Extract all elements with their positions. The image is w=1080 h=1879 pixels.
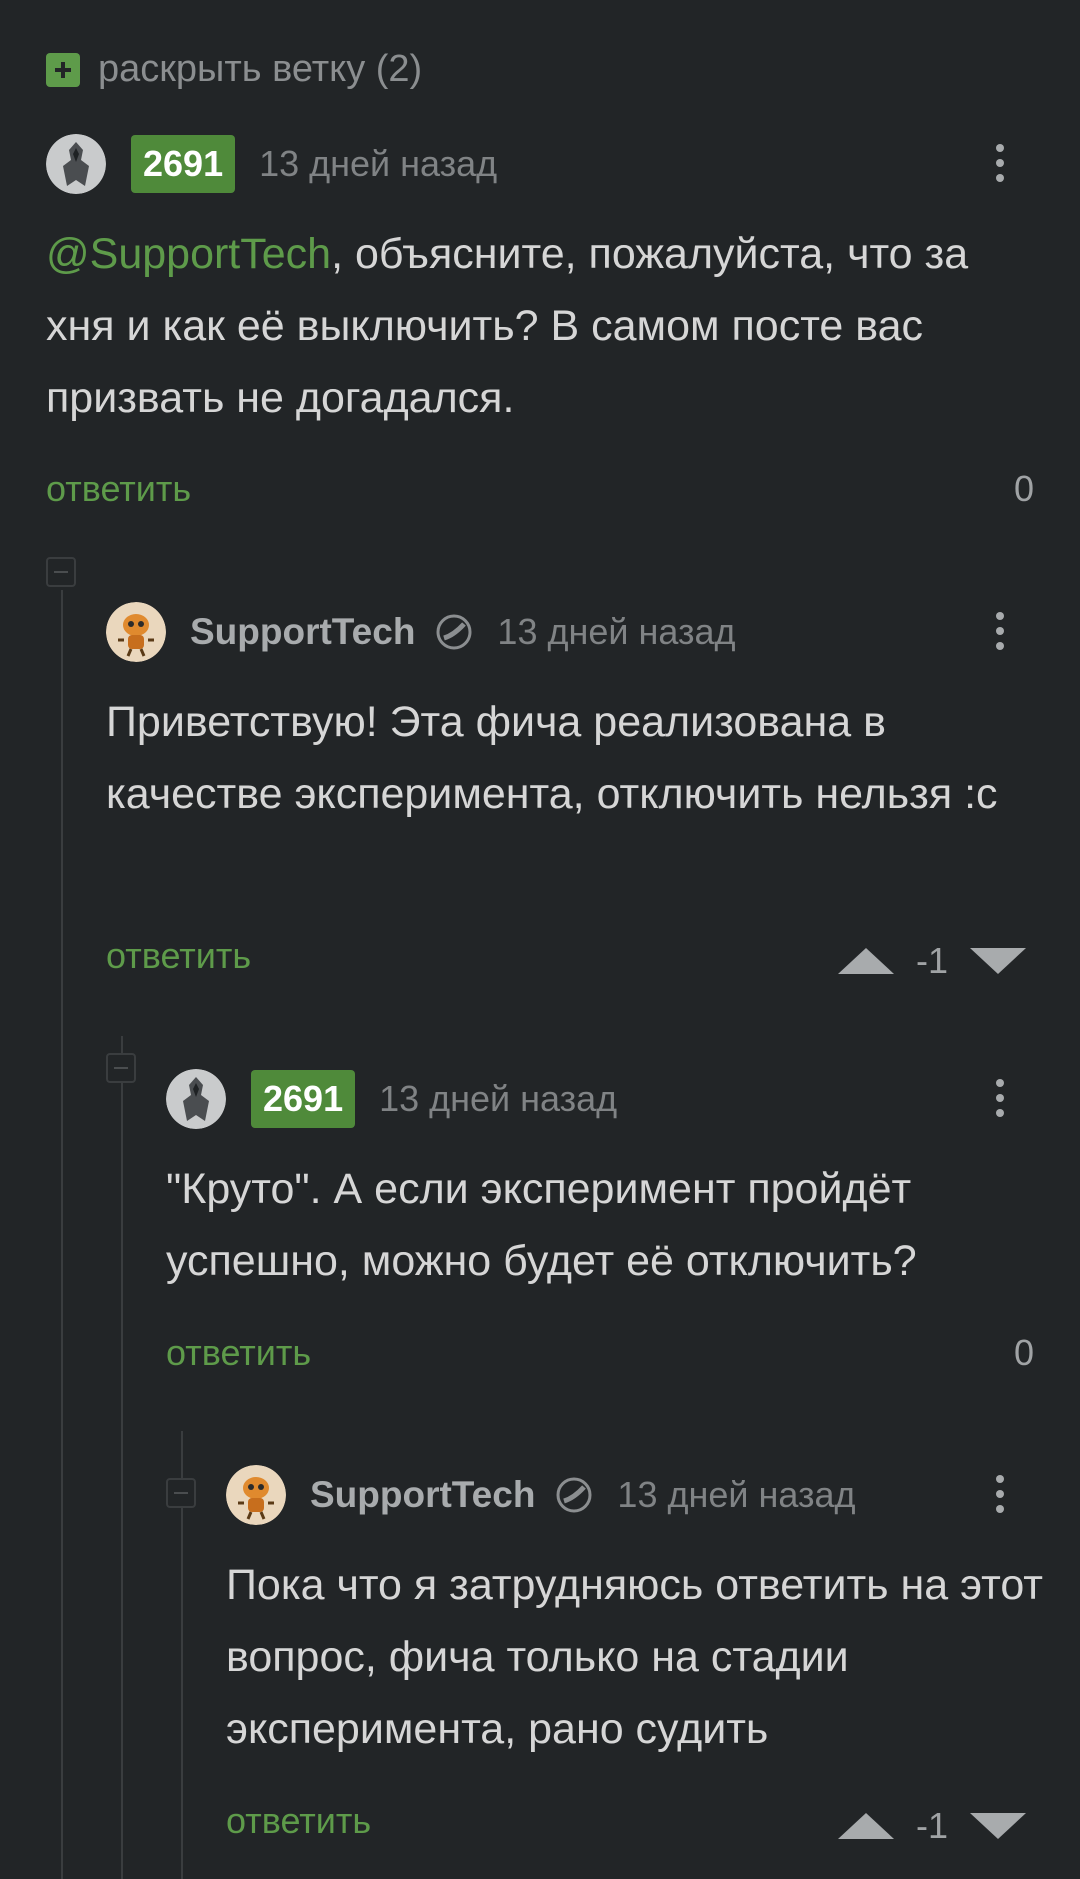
- author-name[interactable]: SupportTech: [190, 611, 415, 653]
- comment-header: SupportTech 13 дней назад: [106, 602, 736, 662]
- more-vertical-icon[interactable]: [990, 140, 1010, 190]
- thread-line-level-1: [61, 590, 63, 1879]
- comment-text: @SupportTech, объясните, пожалуйста, что…: [46, 230, 969, 422]
- comment-header: 2691 13 дней назад: [166, 1069, 617, 1129]
- vote-controls: -1: [838, 1805, 1027, 1847]
- reply-button[interactable]: ответить: [46, 468, 191, 510]
- rating-badge: 2691: [131, 135, 236, 193]
- expand-branch-button[interactable]: раскрыть ветку (2): [46, 48, 422, 91]
- comment-time: 13 дней назад: [497, 611, 736, 652]
- collapse-branch-icon[interactable]: [106, 1053, 136, 1083]
- avatar[interactable]: [166, 1069, 226, 1129]
- comment-score: -1: [916, 1805, 949, 1846]
- official-badge-icon: [556, 1477, 592, 1513]
- official-badge-icon: [436, 614, 472, 650]
- avatar[interactable]: [46, 134, 106, 194]
- comment-score: 0: [1014, 1332, 1035, 1373]
- expand-branch-label: раскрыть ветку (2): [98, 48, 423, 90]
- reply-button[interactable]: ответить: [226, 1800, 371, 1842]
- plus-square-icon: [46, 52, 80, 87]
- avatar[interactable]: [226, 1465, 286, 1525]
- comment-header: SupportTech 13 дней назад: [226, 1465, 856, 1525]
- more-vertical-icon[interactable]: [990, 608, 1010, 658]
- comment-text: Приветствую! Эта фича реализована в каче…: [106, 698, 998, 818]
- more-vertical-icon[interactable]: [990, 1075, 1010, 1125]
- comment-time: 13 дней назад: [617, 1474, 856, 1515]
- collapse-branch-icon[interactable]: [166, 1478, 196, 1508]
- triangle-up-icon[interactable]: [838, 948, 894, 974]
- triangle-up-icon[interactable]: [838, 1813, 894, 1839]
- comment-score: 0: [1014, 468, 1035, 509]
- comment-time: 13 дней назад: [259, 143, 498, 184]
- comment-text: "Круто". А если эксперимент пройдёт успе…: [166, 1165, 917, 1285]
- comment-time: 13 дней назад: [379, 1078, 618, 1119]
- collapse-branch-icon[interactable]: [46, 557, 76, 587]
- reply-button[interactable]: ответить: [166, 1332, 311, 1374]
- avatar[interactable]: [106, 602, 166, 662]
- author-name[interactable]: SupportTech: [310, 1474, 535, 1516]
- thread-line-level-2: [121, 1036, 123, 1879]
- comment-header: 2691 13 дней назад: [46, 134, 497, 194]
- reply-button[interactable]: ответить: [106, 935, 251, 977]
- triangle-down-icon[interactable]: [970, 1813, 1027, 1839]
- user-mention-link[interactable]: @SupportTech: [46, 230, 331, 278]
- vote-controls: -1: [838, 940, 1027, 982]
- comment-score: -1: [916, 940, 949, 981]
- rating-badge: 2691: [251, 1070, 356, 1128]
- comment-text: Пока что я затрудняюсь ответить на этот …: [226, 1561, 1043, 1753]
- more-vertical-icon[interactable]: [990, 1471, 1010, 1521]
- triangle-down-icon[interactable]: [970, 948, 1027, 974]
